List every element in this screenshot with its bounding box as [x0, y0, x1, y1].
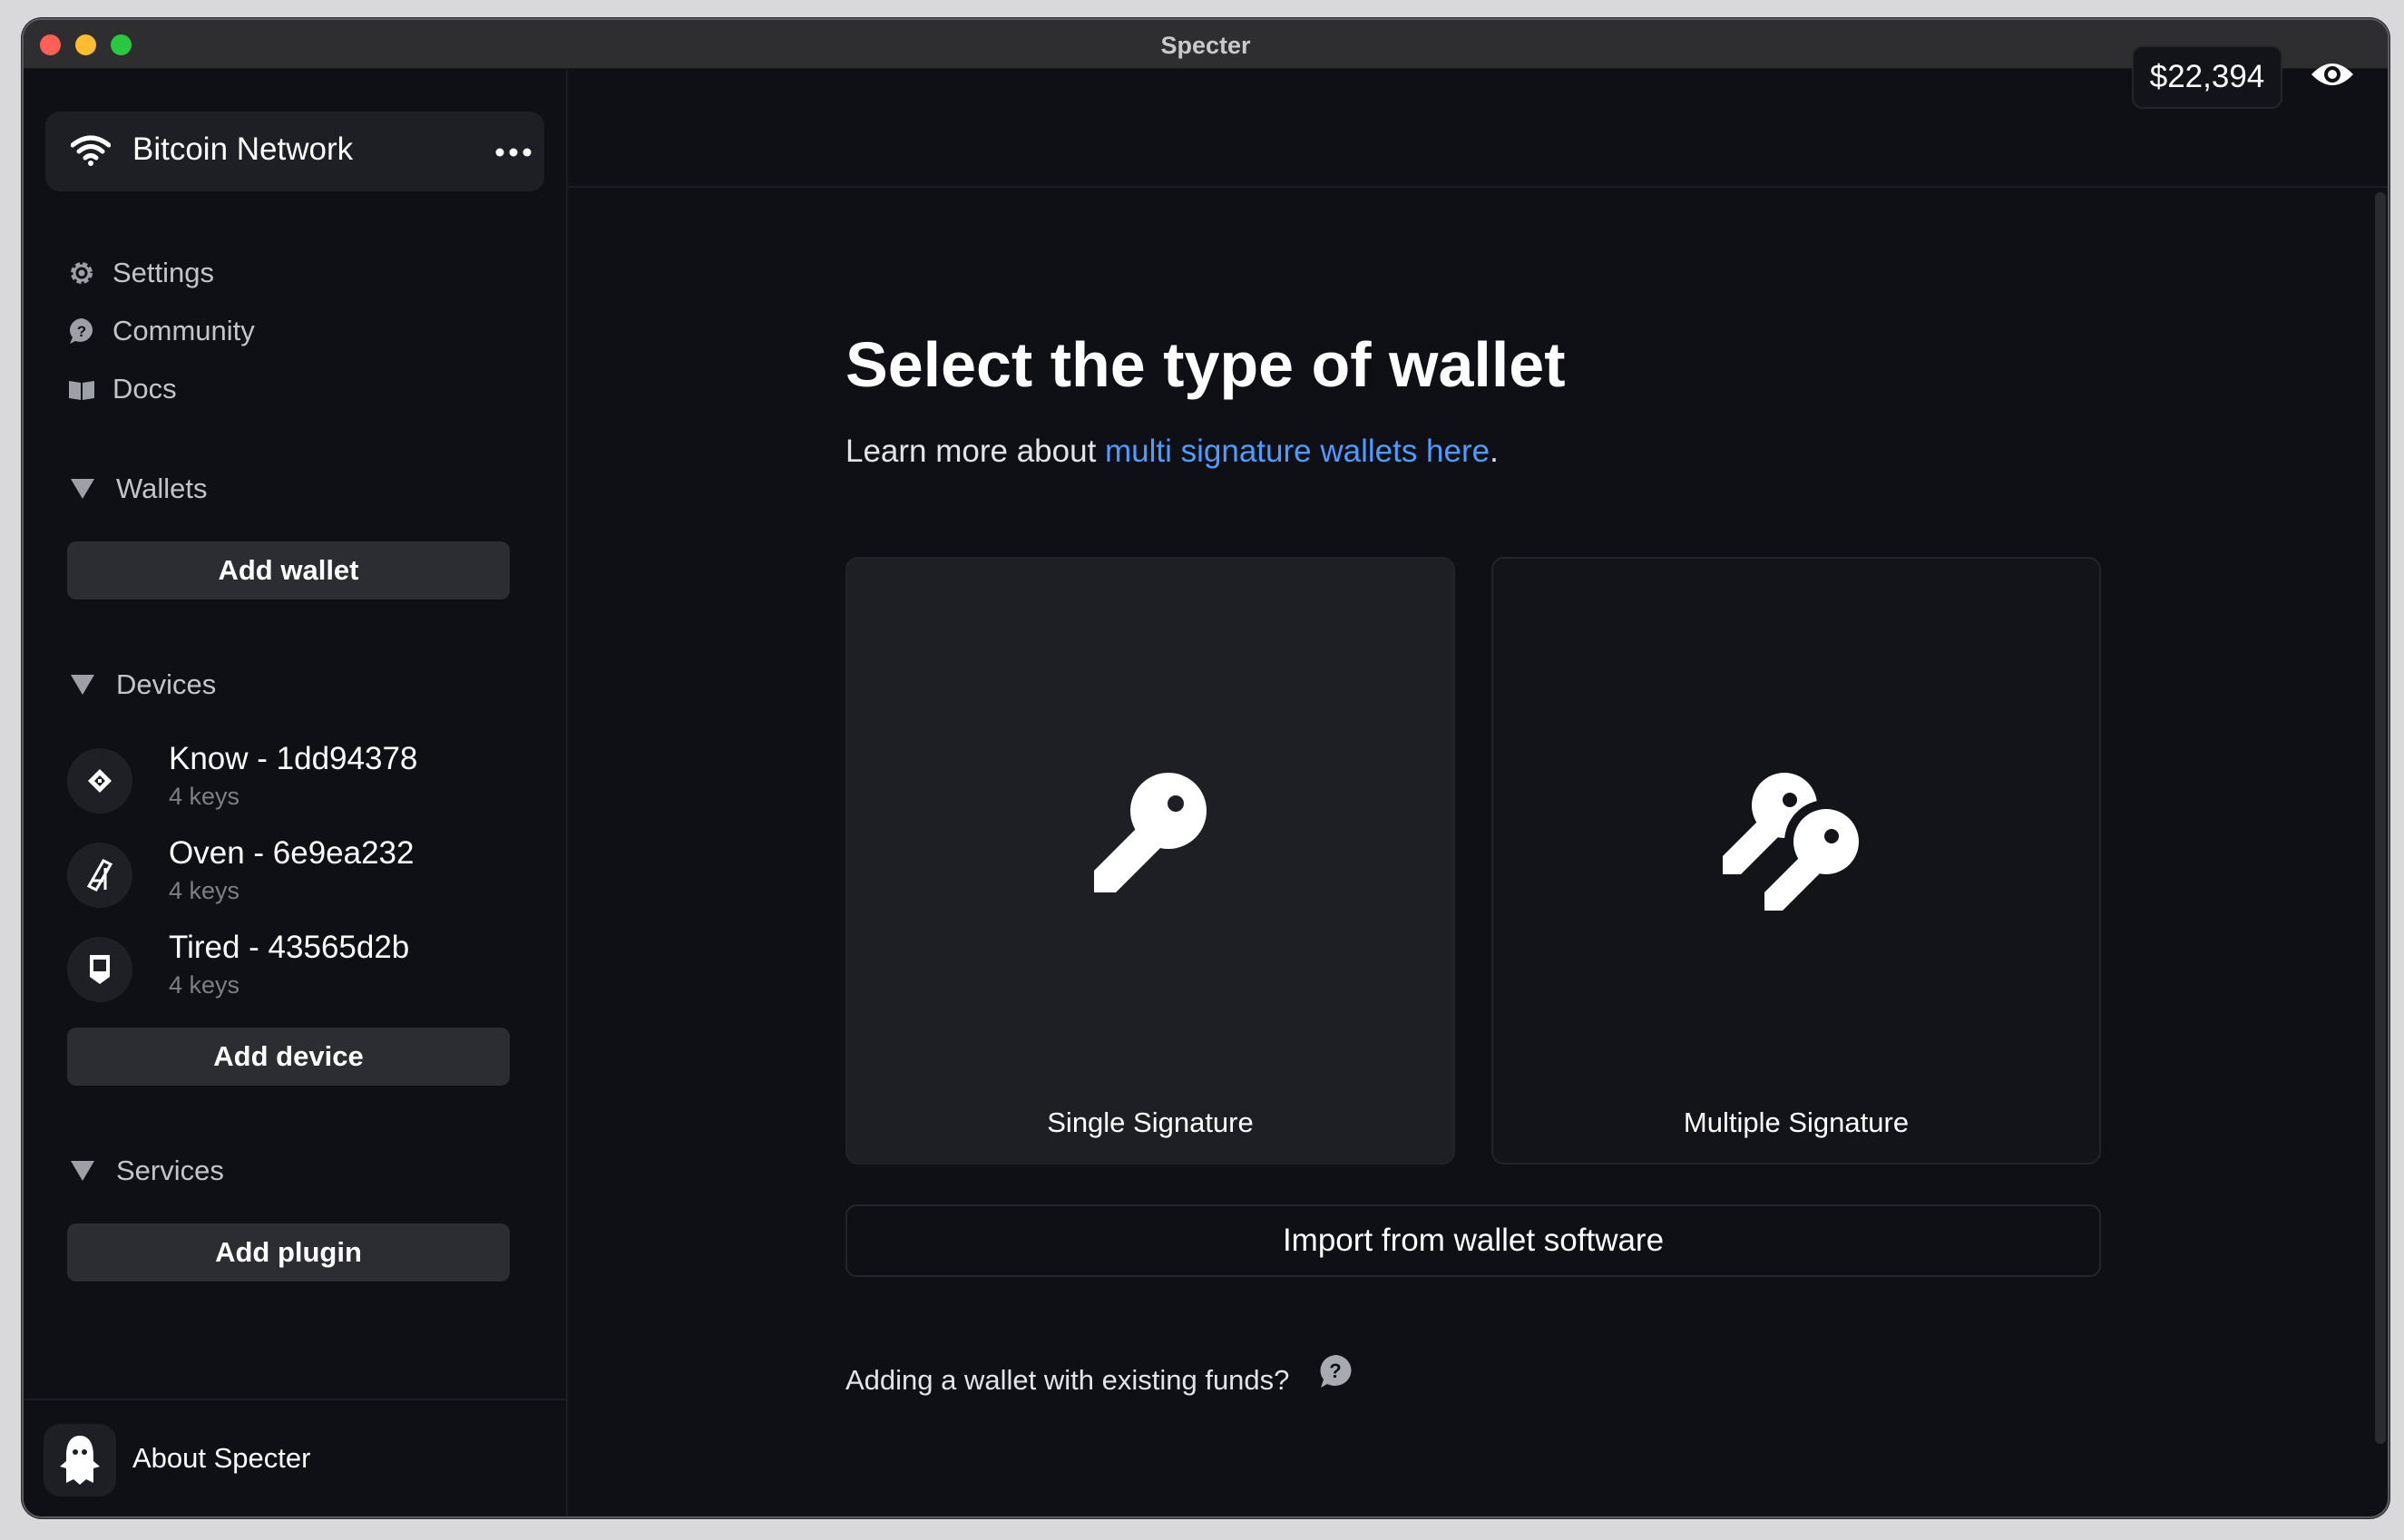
- multiple-signature-card[interactable]: Multiple Signature: [1491, 557, 2101, 1165]
- learn-more-text: Learn more about multi signature wallets…: [845, 434, 1499, 470]
- wallets-section-toggle[interactable]: Wallets: [71, 473, 207, 505]
- top-bar: [568, 70, 2388, 188]
- multiple-keys-icon: [1493, 767, 2099, 912]
- page-title: Select the type of wallet: [845, 329, 1566, 400]
- sidebar-item-label: Settings: [112, 257, 215, 288]
- network-name: Bitcoin Network: [132, 132, 354, 167]
- sidebar-item-label: Community: [112, 315, 255, 346]
- single-signature-label: Single Signature: [1047, 1106, 1254, 1138]
- device-item[interactable]: Oven - 6e9ea232 4 keys: [67, 835, 521, 917]
- ghost-icon: [44, 1424, 116, 1496]
- book-icon: [69, 381, 94, 400]
- multiple-signature-label: Multiple Signature: [1683, 1106, 1910, 1138]
- trezor-device-icon: [67, 937, 132, 1002]
- section-label: Devices: [116, 668, 217, 700]
- chat-question-icon: ?: [70, 318, 93, 344]
- learn-more-prefix: Learn more about: [845, 434, 1106, 469]
- key-icon: [847, 767, 1453, 894]
- triangle-down-icon: [71, 479, 94, 499]
- triangle-down-icon: [71, 1161, 94, 1181]
- learn-more-suffix: .: [1490, 434, 1499, 469]
- sidebar-item-community[interactable]: ? Community: [67, 311, 255, 351]
- scrollbar[interactable]: [2375, 192, 2386, 1444]
- balance-display[interactable]: $22,394: [2132, 45, 2282, 109]
- network-selector[interactable]: Bitcoin Network: [45, 112, 544, 191]
- device-keys: 4 keys: [169, 877, 240, 904]
- device-name: Tired - 43565d2b: [169, 930, 410, 965]
- add-wallet-button[interactable]: Add wallet: [67, 541, 510, 599]
- eye-icon[interactable]: [2310, 60, 2355, 89]
- multisig-docs-link[interactable]: multi signature wallets here: [1105, 434, 1490, 469]
- jade-device-icon: [67, 843, 132, 908]
- add-device-button[interactable]: Add device: [67, 1028, 510, 1086]
- sidebar-item-label: Docs: [112, 373, 177, 404]
- triangle-down-icon: [71, 675, 94, 695]
- devices-section-toggle[interactable]: Devices: [71, 668, 216, 701]
- device-keys: 4 keys: [169, 783, 240, 810]
- svg-text:?: ?: [1329, 1360, 1341, 1382]
- title-bar: Specter: [24, 20, 2388, 69]
- coldcard-diamond-icon: [67, 748, 132, 814]
- existing-funds-text: Adding a wallet with existing funds?: [845, 1364, 1290, 1396]
- device-item[interactable]: Know - 1dd94378 4 keys: [67, 741, 521, 823]
- svg-text:?: ?: [77, 323, 86, 340]
- services-section-toggle[interactable]: Services: [71, 1155, 224, 1187]
- more-dots-icon[interactable]: [495, 148, 532, 157]
- sidebar-item-settings[interactable]: Settings: [67, 253, 214, 293]
- section-label: Wallets: [116, 473, 208, 504]
- about-label: About Specter: [132, 1442, 311, 1474]
- wifi-icon: [71, 135, 111, 166]
- app-window: Specter Bitcoin Network Settings ? Commu…: [22, 18, 2389, 1518]
- window-title: Specter: [1160, 32, 1251, 59]
- single-signature-card[interactable]: Single Signature: [845, 557, 1455, 1165]
- device-name: Oven - 6e9ea232: [169, 835, 415, 871]
- sidebar: Bitcoin Network Settings ? Community Doc…: [24, 70, 568, 1516]
- device-keys: 4 keys: [169, 971, 240, 999]
- add-plugin-button[interactable]: Add plugin: [67, 1223, 510, 1282]
- help-question-icon[interactable]: ?: [1317, 1353, 1353, 1389]
- sidebar-item-docs[interactable]: Docs: [67, 369, 177, 409]
- import-wallet-button[interactable]: Import from wallet software: [845, 1204, 2101, 1277]
- device-item[interactable]: Tired - 43565d2b 4 keys: [67, 930, 521, 1011]
- section-label: Services: [116, 1155, 224, 1186]
- device-name: Know - 1dd94378: [169, 741, 418, 776]
- gear-icon: [71, 262, 93, 284]
- about-specter-link[interactable]: About Specter: [24, 1399, 566, 1516]
